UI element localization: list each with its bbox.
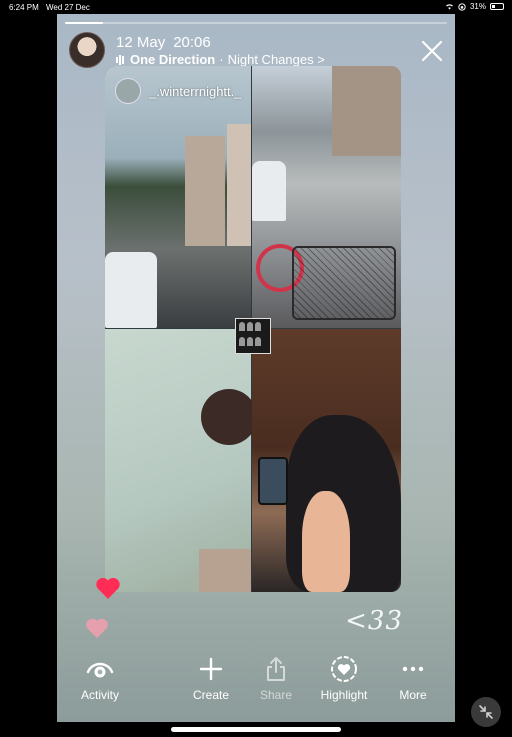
photo-street-tile xyxy=(105,66,251,328)
photo-bicycle-tile xyxy=(252,66,401,328)
music-separator: · xyxy=(219,52,224,67)
activity-button[interactable]: Activity xyxy=(65,654,135,702)
battery-percent: 31% xyxy=(469,2,486,11)
story-caption: <33 xyxy=(345,606,403,636)
status-right: 31% xyxy=(445,2,504,11)
mention-avatar xyxy=(115,78,141,104)
photo-hands-tile xyxy=(252,329,401,592)
battery-icon xyxy=(490,3,504,10)
album-art-sticker[interactable] xyxy=(235,318,271,354)
photo-sky-tile xyxy=(105,329,257,592)
story-time: 20:06 xyxy=(173,34,211,51)
story-photo-collage: _.winterrnightt._ xyxy=(105,66,401,592)
story-viewer[interactable]: 12 May 20:06 One Direction · Night Change… xyxy=(57,14,455,722)
status-bar: 6:24 PM Wed 27 Dec 31% xyxy=(0,0,512,14)
status-date: Wed 27 Dec xyxy=(46,3,90,12)
highlight-label: Highlight xyxy=(320,688,368,702)
home-indicator[interactable] xyxy=(171,727,341,732)
music-sticker-link[interactable]: One Direction · Night Changes > xyxy=(116,52,325,67)
highlight-button[interactable]: Highlight xyxy=(309,654,379,702)
share-icon xyxy=(267,657,285,681)
music-bars-icon xyxy=(116,54,124,65)
more-dots-icon xyxy=(402,666,424,672)
more-label: More xyxy=(399,688,427,702)
mention-sticker[interactable]: _.winterrnightt._ xyxy=(115,78,242,104)
mention-username: _.winterrnightt._ xyxy=(149,83,242,99)
create-button[interactable]: Create xyxy=(176,654,246,702)
story-progress-bar xyxy=(65,22,447,24)
plus-icon xyxy=(199,657,223,681)
activity-eye-icon xyxy=(86,662,114,678)
wifi-icon xyxy=(445,4,453,10)
story-header-datetime: 12 May 20:06 xyxy=(116,34,211,51)
music-artist: One Direction xyxy=(130,52,216,67)
story-progress-fill xyxy=(65,22,104,24)
heart-faded-icon xyxy=(86,618,108,638)
heart-reaction-icon xyxy=(96,577,120,599)
minimize-button[interactable] xyxy=(471,697,501,727)
story-date: 12 May xyxy=(116,34,166,51)
status-time: 6:24 PM xyxy=(9,3,39,12)
author-avatar[interactable] xyxy=(69,32,105,68)
story-action-bar: Activity Create Share Highlight More xyxy=(57,654,455,714)
close-icon[interactable] xyxy=(421,40,443,62)
more-button[interactable]: More xyxy=(378,654,448,702)
orientation-lock-icon xyxy=(458,2,466,11)
share-label: Share xyxy=(259,688,293,702)
share-button[interactable]: Share xyxy=(241,654,311,702)
activity-label: Activity xyxy=(80,688,119,702)
highlight-heart-icon xyxy=(331,656,357,682)
create-label: Create xyxy=(192,688,230,702)
music-song: Night Changes > xyxy=(227,52,325,67)
shrink-arrows-icon xyxy=(479,705,493,719)
